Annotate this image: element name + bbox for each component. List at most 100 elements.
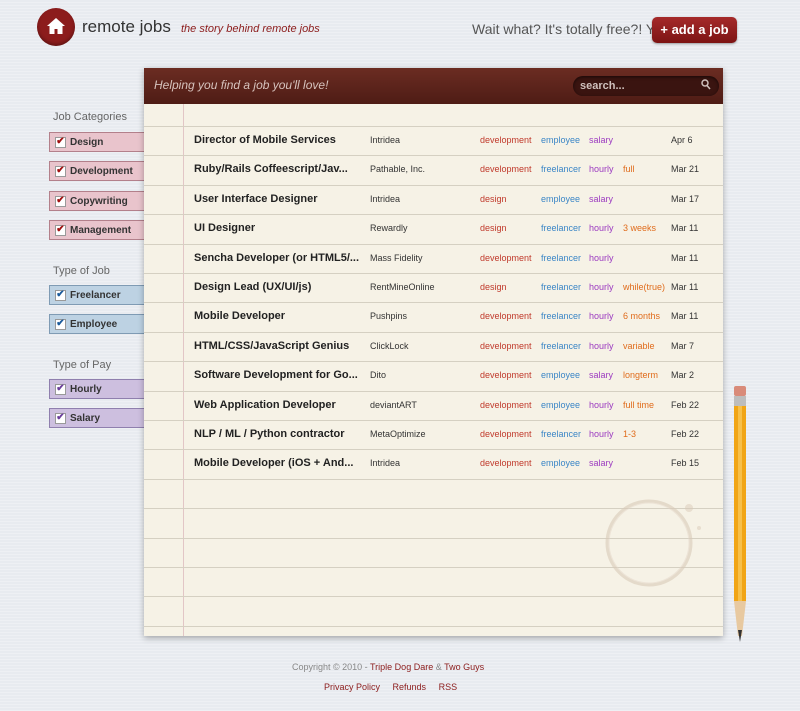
home-icon bbox=[47, 18, 65, 34]
job-category[interactable]: design bbox=[480, 194, 507, 204]
filter-employee[interactable]: ✔ Employee bbox=[49, 314, 144, 334]
job-row[interactable]: UI Designer Rewardly design freelancer hourl… bbox=[144, 214, 723, 243]
job-category[interactable]: development bbox=[480, 458, 532, 468]
job-company: Mass Fidelity bbox=[370, 253, 423, 263]
job-row[interactable]: Mobile Developer Pushpins development freel… bbox=[144, 302, 723, 331]
job-extra: 1-3 bbox=[623, 429, 637, 439]
job-pay[interactable]: hourly bbox=[589, 311, 614, 321]
job-pay[interactable]: hourly bbox=[589, 341, 614, 351]
job-type[interactable]: freelancer bbox=[541, 164, 581, 174]
job-row[interactable]: Design Lead (UX/UI/js) RentMineOnline desi… bbox=[144, 273, 723, 302]
search-placeholder: search... bbox=[580, 80, 625, 92]
job-title[interactable]: Design Lead (UX/UI/js) bbox=[194, 281, 311, 293]
job-type[interactable]: freelancer bbox=[541, 223, 581, 233]
filter-freelancer[interactable]: ✔ Freelancer bbox=[49, 285, 144, 305]
free-text: Wait what? It's totally free?! Yes! bbox=[472, 21, 673, 37]
job-title[interactable]: HTML/CSS/JavaScript Genius bbox=[194, 340, 349, 352]
job-category[interactable]: development bbox=[480, 253, 532, 263]
job-row[interactable]: HTML/CSS/JavaScript Genius ClickLock devel… bbox=[144, 332, 723, 361]
job-pay[interactable]: salary bbox=[589, 194, 613, 204]
add-job-button[interactable]: + add a job bbox=[652, 17, 737, 43]
filter-management[interactable]: ✔ Management bbox=[49, 220, 144, 240]
search-icon[interactable] bbox=[701, 79, 711, 94]
job-pay[interactable]: salary bbox=[589, 370, 613, 380]
job-pay[interactable]: hourly bbox=[589, 429, 614, 439]
checkbox-icon[interactable]: ✔ bbox=[55, 318, 66, 330]
job-title[interactable]: Web Application Developer bbox=[194, 399, 336, 411]
job-title[interactable]: Ruby/Rails Coffeescript/Jav... bbox=[194, 163, 348, 175]
job-row[interactable]: Ruby/Rails Coffeescript/Jav... Pathable, … bbox=[144, 155, 723, 184]
two-guys-link[interactable]: Two Guys bbox=[444, 662, 484, 672]
checkbox-icon[interactable]: ✔ bbox=[55, 195, 66, 207]
job-title[interactable]: NLP / ML / Python contractor bbox=[194, 428, 345, 440]
job-company: deviantART bbox=[370, 400, 417, 410]
job-pay[interactable]: hourly bbox=[589, 400, 614, 410]
tagline-link[interactable]: the story behind remote jobs bbox=[181, 23, 320, 35]
checkbox-icon[interactable]: ✔ bbox=[55, 412, 66, 424]
filter-design[interactable]: ✔ Design bbox=[49, 132, 144, 152]
job-title[interactable]: Mobile Developer bbox=[194, 310, 285, 322]
job-category[interactable]: development bbox=[480, 429, 532, 439]
job-row[interactable]: Web Application Developer deviantART devel… bbox=[144, 391, 723, 420]
job-pay[interactable]: salary bbox=[589, 135, 613, 145]
job-row[interactable]: User Interface Designer Intridea design emp… bbox=[144, 185, 723, 214]
job-date: Feb 22 bbox=[671, 400, 700, 410]
job-date: Mar 21 bbox=[671, 164, 700, 174]
home-logo[interactable] bbox=[37, 8, 75, 46]
job-type[interactable]: freelancer bbox=[541, 282, 581, 292]
job-row[interactable]: Sencha Developer (or HTML5/... Mass Fidel… bbox=[144, 244, 723, 273]
job-title[interactable]: Sencha Developer (or HTML5/... bbox=[194, 252, 359, 264]
job-category[interactable]: development bbox=[480, 311, 532, 321]
job-type[interactable]: employee bbox=[541, 194, 580, 204]
checkbox-icon[interactable]: ✔ bbox=[55, 136, 66, 148]
job-pay[interactable]: hourly bbox=[589, 282, 614, 292]
job-category[interactable]: development bbox=[480, 164, 532, 174]
job-title[interactable]: Director of Mobile Services bbox=[194, 134, 336, 146]
job-row[interactable]: NLP / ML / Python contractor MetaOptimize… bbox=[144, 420, 723, 449]
job-pay[interactable]: hourly bbox=[589, 164, 614, 174]
triple-dog-dare-link[interactable]: Triple Dog Dare bbox=[370, 662, 433, 672]
refunds-link[interactable]: Refunds bbox=[393, 682, 427, 692]
rss-link[interactable]: RSS bbox=[439, 682, 458, 692]
job-row[interactable]: Director of Mobile Services Intridea devel… bbox=[144, 126, 723, 155]
job-extra: 6 months bbox=[623, 311, 661, 321]
job-type[interactable]: freelancer bbox=[541, 341, 581, 351]
filter-salary[interactable]: ✔ Salary bbox=[49, 408, 144, 428]
filter-copywriting[interactable]: ✔ Copywriting bbox=[49, 191, 144, 211]
checkbox-icon[interactable]: ✔ bbox=[55, 289, 66, 301]
job-title[interactable]: User Interface Designer bbox=[194, 193, 318, 205]
filter-hourly[interactable]: ✔ Hourly bbox=[49, 379, 144, 399]
job-category[interactable]: design bbox=[480, 282, 507, 292]
checkbox-icon[interactable]: ✔ bbox=[55, 165, 66, 177]
job-category[interactable]: development bbox=[480, 135, 532, 145]
checkbox-icon[interactable]: ✔ bbox=[55, 224, 66, 236]
job-category[interactable]: design bbox=[480, 223, 507, 233]
job-title[interactable]: Software Development for Go... bbox=[194, 369, 358, 381]
job-pay[interactable]: salary bbox=[589, 458, 613, 468]
job-pay[interactable]: hourly bbox=[589, 253, 614, 263]
coffee-stain bbox=[605, 499, 701, 587]
job-row[interactable]: Software Development for Go... Dito develo… bbox=[144, 361, 723, 390]
job-category[interactable]: development bbox=[480, 370, 532, 380]
checkbox-icon[interactable]: ✔ bbox=[55, 383, 66, 395]
job-pay[interactable]: hourly bbox=[589, 223, 614, 233]
filter-label: Freelancer bbox=[70, 289, 121, 301]
job-type[interactable]: employee bbox=[541, 458, 580, 468]
filter-label: Salary bbox=[70, 412, 101, 424]
job-category[interactable]: development bbox=[480, 400, 532, 410]
job-title[interactable]: UI Designer bbox=[194, 222, 255, 234]
job-type[interactable]: freelancer bbox=[541, 429, 581, 439]
filter-label: Employee bbox=[70, 318, 118, 330]
job-type[interactable]: freelancer bbox=[541, 253, 581, 263]
job-company: Pushpins bbox=[370, 311, 408, 321]
filter-development[interactable]: ✔ Development bbox=[49, 161, 144, 181]
job-type[interactable]: employee bbox=[541, 135, 580, 145]
job-type[interactable]: employee bbox=[541, 400, 580, 410]
job-category[interactable]: development bbox=[480, 341, 532, 351]
job-type[interactable]: freelancer bbox=[541, 311, 581, 321]
privacy-policy-link[interactable]: Privacy Policy bbox=[324, 682, 380, 692]
search-input[interactable]: search... bbox=[573, 76, 719, 96]
brand-name[interactable]: remote jobs bbox=[82, 17, 171, 37]
job-type[interactable]: employee bbox=[541, 370, 580, 380]
job-title[interactable]: Mobile Developer (iOS + And... bbox=[194, 457, 353, 469]
